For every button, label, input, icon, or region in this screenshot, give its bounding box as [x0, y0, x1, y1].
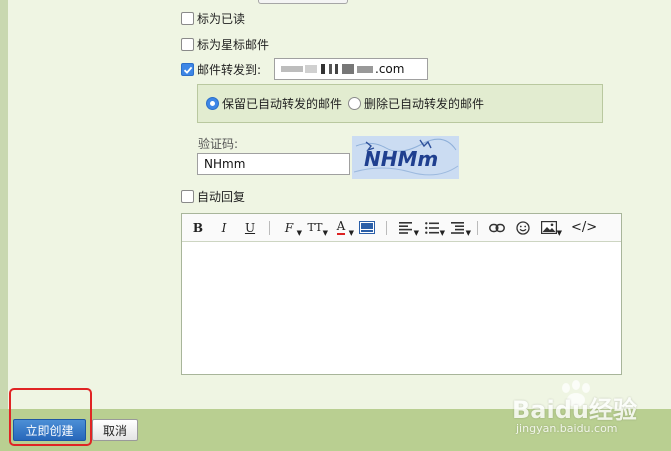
- keep-forwarded-radio[interactable]: [206, 97, 219, 110]
- insert-image-button[interactable]: ▼: [539, 218, 562, 238]
- mark-star-label: 标为星标邮件: [197, 38, 270, 52]
- redacted-address-mask: [281, 64, 373, 74]
- watermark-brand: Baidu经验: [512, 396, 637, 424]
- delete-forwarded-radio[interactable]: [348, 97, 362, 110]
- chevron-down-icon: ▼: [348, 228, 354, 237]
- captcha-image[interactable]: NHMm: [352, 136, 459, 179]
- insert-link-button[interactable]: [487, 218, 507, 238]
- underline-button[interactable]: U: [240, 218, 260, 238]
- indent-icon: [451, 221, 464, 234]
- font-size-button[interactable]: TT ▼: [305, 218, 328, 238]
- captcha-input[interactable]: NHmm: [197, 153, 350, 175]
- delete-forwarded-option[interactable]: 删除已自动转发的邮件: [348, 95, 484, 112]
- keep-forwarded-label: 保留已自动转发的邮件: [222, 97, 343, 111]
- chevron-down-icon: ▼: [465, 228, 471, 237]
- mark-read-option[interactable]: 标为已读: [181, 10, 245, 27]
- auto-reply-editor: B I U F ▼ TT ▼ A ▼ ▼ ▼ ▼ ▼ </>: [181, 213, 622, 375]
- chevron-down-icon: ▼: [439, 228, 445, 237]
- auto-reply-label: 自动回复: [197, 190, 246, 204]
- chevron-down-icon: ▼: [322, 228, 328, 237]
- background-color-button[interactable]: [357, 218, 377, 238]
- italic-button[interactable]: I: [214, 218, 234, 238]
- captcha-label: 验证码:: [198, 137, 239, 151]
- font-color-icon: A: [336, 219, 346, 235]
- forward-address-suffix: .com: [375, 62, 405, 76]
- font-family-icon: F: [284, 220, 294, 235]
- mark-read-label: 标为已读: [197, 12, 246, 26]
- source-code-button[interactable]: </>: [571, 218, 597, 238]
- forward-option[interactable]: 邮件转发到:: [181, 61, 261, 78]
- bullet-list-button[interactable]: ▼: [422, 218, 445, 238]
- image-icon: [541, 221, 557, 234]
- emoji-button[interactable]: [513, 218, 533, 238]
- indent-button[interactable]: ▼: [448, 218, 471, 238]
- align-left-icon: [399, 221, 412, 234]
- forward-mode-panel: 保留已自动转发的邮件 删除已自动转发的邮件: [197, 84, 603, 123]
- forward-label: 邮件转发到:: [197, 63, 262, 77]
- forward-address-input[interactable]: .com: [274, 58, 428, 80]
- chevron-down-icon: ▼: [296, 228, 302, 237]
- annotation-highlight-box: [9, 388, 92, 446]
- editor-content-area[interactable]: [182, 242, 621, 375]
- font-size-icon: TT: [307, 221, 323, 234]
- editor-toolbar: B I U F ▼ TT ▼ A ▼ ▼ ▼ ▼ ▼ </>: [182, 214, 621, 242]
- watermark-url: jingyan.baidu.com: [516, 422, 618, 435]
- auto-reply-checkbox[interactable]: [181, 190, 194, 203]
- cancel-button[interactable]: 取消: [92, 419, 138, 441]
- top-button-partial[interactable]: [258, 0, 348, 4]
- left-border-strip: [0, 0, 8, 451]
- baidu-watermark: Baidu经验 jingyan.baidu.com: [512, 380, 662, 440]
- toolbar-separator: [477, 220, 478, 235]
- font-family-button[interactable]: F ▼: [279, 218, 302, 238]
- captcha-image-text: NHMm: [364, 147, 438, 171]
- highlight-icon: [359, 221, 375, 234]
- bullet-list-icon: [425, 221, 439, 234]
- auto-reply-option[interactable]: 自动回复: [181, 188, 245, 205]
- toolbar-separator: [386, 220, 387, 235]
- chevron-down-icon: ▼: [556, 228, 562, 237]
- align-button[interactable]: ▼: [396, 218, 419, 238]
- code-icon: </>: [571, 220, 598, 235]
- font-color-button[interactable]: A ▼: [331, 218, 354, 238]
- link-icon: [489, 223, 505, 232]
- toolbar-separator: [269, 220, 270, 235]
- forward-checkbox[interactable]: [181, 63, 194, 76]
- keep-forwarded-option[interactable]: 保留已自动转发的邮件: [206, 95, 342, 112]
- chevron-down-icon: ▼: [413, 228, 419, 237]
- mark-read-checkbox[interactable]: [181, 12, 194, 25]
- delete-forwarded-label: 删除已自动转发的邮件: [364, 97, 485, 111]
- mark-star-option[interactable]: 标为星标邮件: [181, 36, 269, 53]
- smiley-icon: [516, 220, 530, 235]
- bold-button[interactable]: B: [188, 218, 208, 238]
- mark-star-checkbox[interactable]: [181, 38, 194, 51]
